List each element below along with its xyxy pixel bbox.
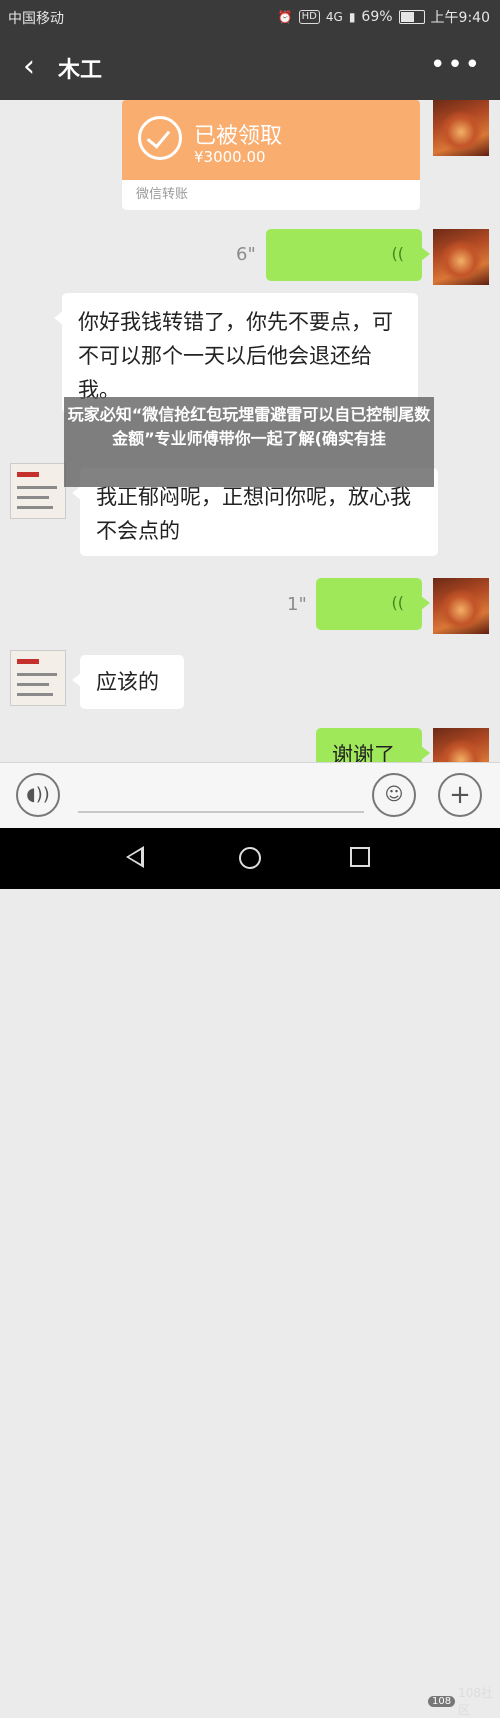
more-icon[interactable]: ••• xyxy=(430,50,482,80)
transfer-amount: ¥3000.00 xyxy=(194,148,266,166)
avatar-line xyxy=(17,693,53,696)
watermark-text: 108社区 xyxy=(458,1686,493,1717)
watermark-badge: 108 xyxy=(428,1695,456,1707)
voice-icon[interactable]: ◖)) xyxy=(16,773,60,817)
avatar-mark xyxy=(17,659,39,664)
avatar-me[interactable] xyxy=(433,100,489,156)
nav-back-icon[interactable] xyxy=(126,846,144,868)
battery-percent: 69% xyxy=(361,9,393,25)
avatar-me[interactable] xyxy=(433,728,489,762)
battery-icon xyxy=(398,10,425,24)
voice-wave-icon: (( xyxy=(391,593,404,612)
alarm-icon: ⏰ xyxy=(277,10,293,24)
avatar-me[interactable] xyxy=(433,578,489,634)
avatar-mark xyxy=(17,472,39,477)
chevron-left-icon[interactable]: ‹ xyxy=(12,48,46,86)
nav-home-icon[interactable] xyxy=(239,847,261,869)
nav-recent-icon[interactable] xyxy=(350,847,370,867)
watermark: 108 108社区 xyxy=(428,1684,500,1718)
network-label: 4G xyxy=(325,10,343,24)
clock: 上午9:40 xyxy=(430,10,490,26)
voice-message[interactable]: (( xyxy=(266,229,430,281)
voice-wave-icon: (( xyxy=(391,244,404,263)
plus-icon[interactable]: + xyxy=(438,773,482,817)
avatar-line xyxy=(17,673,57,676)
avatar-other[interactable] xyxy=(10,650,66,706)
page-title: 木工 xyxy=(58,58,103,83)
transfer-card[interactable]: 已被领取 ¥3000.00 微信转账 xyxy=(122,100,420,210)
title-bar: ‹ 木工 ••• xyxy=(0,34,500,100)
input-bar: ◖)) ☺ + xyxy=(0,762,500,829)
transfer-status: 已被领取 xyxy=(194,124,283,149)
status-right: ⏰ HD 4G ▮ 69% 上午9:40 xyxy=(278,7,490,27)
system-nav-bar: 108 108社区 xyxy=(0,828,500,1717)
voice-duration: 1" xyxy=(287,594,307,615)
emoji-icon[interactable]: ☺ xyxy=(372,773,416,817)
text-message[interactable]: 你好我钱转错了，你先不要点，可不可以那个一天以后他会退还给我。 xyxy=(54,293,418,413)
signal-icon: ▮ xyxy=(348,10,356,24)
voice-message[interactable]: (( xyxy=(316,578,430,630)
battery-fill xyxy=(400,12,415,22)
check-circle-icon xyxy=(138,116,182,160)
text-message[interactable]: 应该的 xyxy=(72,655,184,709)
status-bar: 中国移动 ⏰ HD 4G ▮ 69% 上午9:40 xyxy=(0,0,500,34)
avatar-me[interactable] xyxy=(433,229,489,285)
hd-icon: HD xyxy=(298,10,320,24)
avatar-line xyxy=(17,683,49,686)
overlay-banner[interactable]: 玩家必知“微信抢红包玩埋雷避雷可以自已控制尾数金额”专业师傅带你一起了解(确实有… xyxy=(64,397,434,487)
avatar-line xyxy=(17,506,53,509)
avatar-other[interactable] xyxy=(10,463,66,519)
text-message[interactable]: 谢谢了 xyxy=(316,728,430,762)
message-input[interactable] xyxy=(78,811,364,813)
carrier-label: 中国移动 xyxy=(8,11,64,27)
avatar-line xyxy=(17,486,57,489)
transfer-footer: 微信转账 xyxy=(122,180,420,210)
avatar-line xyxy=(17,496,49,499)
voice-duration: 6" xyxy=(236,244,256,265)
